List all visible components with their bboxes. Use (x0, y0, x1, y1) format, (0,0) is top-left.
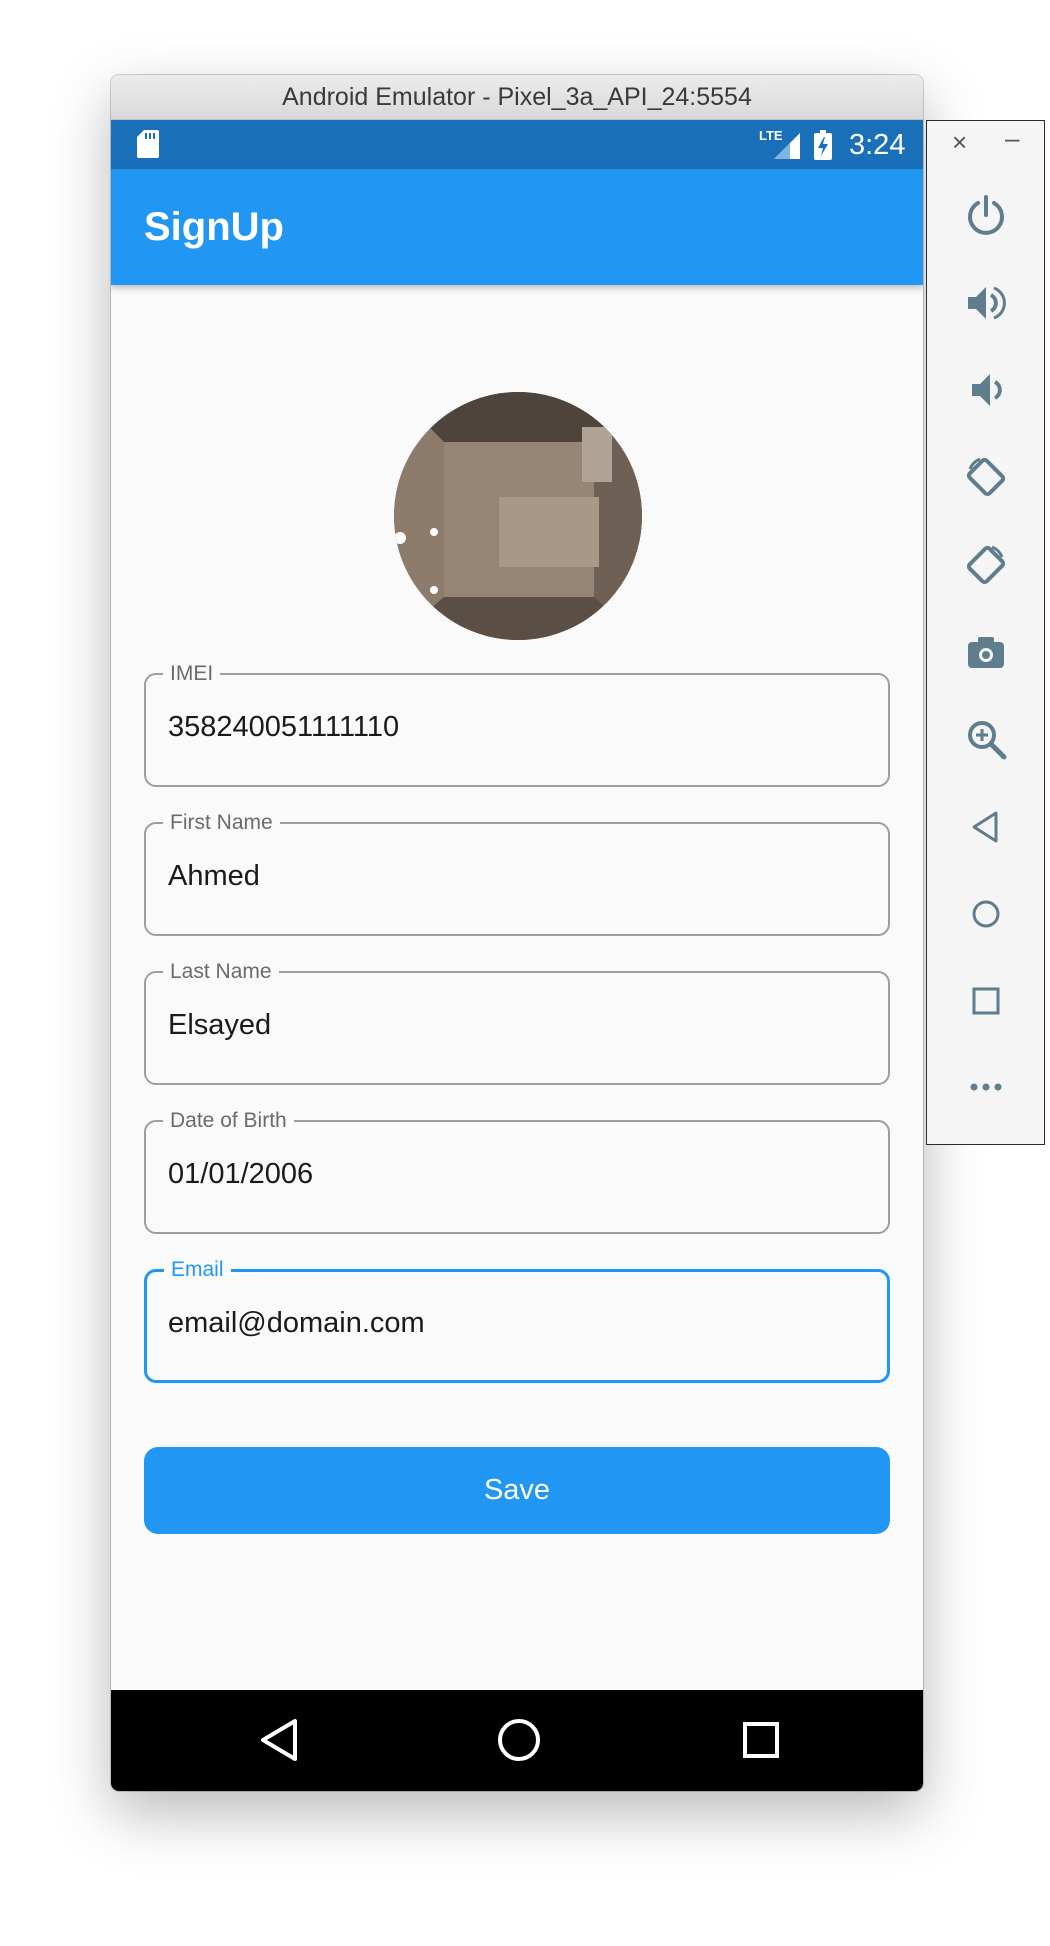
last-name-label: Last Name (163, 960, 279, 984)
camera-icon[interactable] (964, 630, 1008, 674)
panel-header: × – (927, 121, 1044, 169)
last-name-field[interactable]: Last Name (144, 960, 890, 1085)
date-of-birth-label: Date of Birth (163, 1109, 294, 1133)
window-titlebar[interactable]: Android Emulator - Pixel_3a_API_24:5554 (111, 75, 923, 120)
save-button[interactable]: Save (144, 1447, 890, 1534)
app-bar: SignUp (111, 169, 923, 285)
close-panel-button[interactable]: × (952, 127, 967, 158)
imei-field[interactable]: IMEI (144, 662, 890, 787)
first-name-label: First Name (163, 811, 280, 835)
email-label: Email (164, 1258, 231, 1282)
window-title: Android Emulator - Pixel_3a_API_24:5554 (282, 82, 752, 111)
status-bar: LTE 3:24 (111, 120, 923, 169)
imei-input[interactable] (168, 711, 868, 744)
power-icon[interactable] (964, 193, 1008, 237)
rotate-right-icon[interactable] (964, 543, 1008, 587)
volume-up-icon[interactable] (964, 281, 1008, 325)
emulator-control-panel: × – (926, 120, 1045, 1145)
last-name-input[interactable] (168, 1009, 868, 1042)
first-name-field[interactable]: First Name (144, 811, 890, 936)
imei-label: IMEI (163, 662, 221, 686)
more-icon[interactable] (964, 1065, 1008, 1109)
overview-icon[interactable] (964, 979, 1008, 1023)
email-field[interactable]: Email (144, 1258, 890, 1383)
email-input[interactable] (168, 1307, 868, 1340)
volume-down-icon[interactable] (964, 368, 1008, 412)
app-title: SignUp (144, 205, 284, 249)
signup-form: IMEI First Name Last Name Date of Birth … (111, 285, 923, 1765)
status-time: 3:24 (849, 129, 906, 161)
home-icon[interactable] (497, 1718, 541, 1762)
date-of-birth-field[interactable]: Date of Birth (144, 1109, 890, 1234)
date-of-birth-input[interactable] (168, 1158, 868, 1191)
rotate-left-icon[interactable] (964, 455, 1008, 499)
recents-icon[interactable] (741, 1718, 781, 1762)
zoom-icon[interactable] (964, 717, 1008, 761)
room-photo-image (394, 392, 642, 640)
back-icon[interactable] (259, 1718, 299, 1762)
sd-card-icon (137, 130, 159, 158)
back-icon[interactable] (964, 805, 1008, 849)
network-label: LTE (759, 128, 783, 143)
profile-avatar[interactable] (394, 392, 642, 640)
android-nav-bar (111, 1690, 923, 1791)
battery-charging-icon (814, 130, 832, 160)
emulator-window: Android Emulator - Pixel_3a_API_24:5554 … (111, 75, 923, 1791)
home-icon[interactable] (964, 892, 1008, 936)
first-name-input[interactable] (168, 860, 868, 893)
minimize-panel-button[interactable]: – (1005, 123, 1019, 154)
